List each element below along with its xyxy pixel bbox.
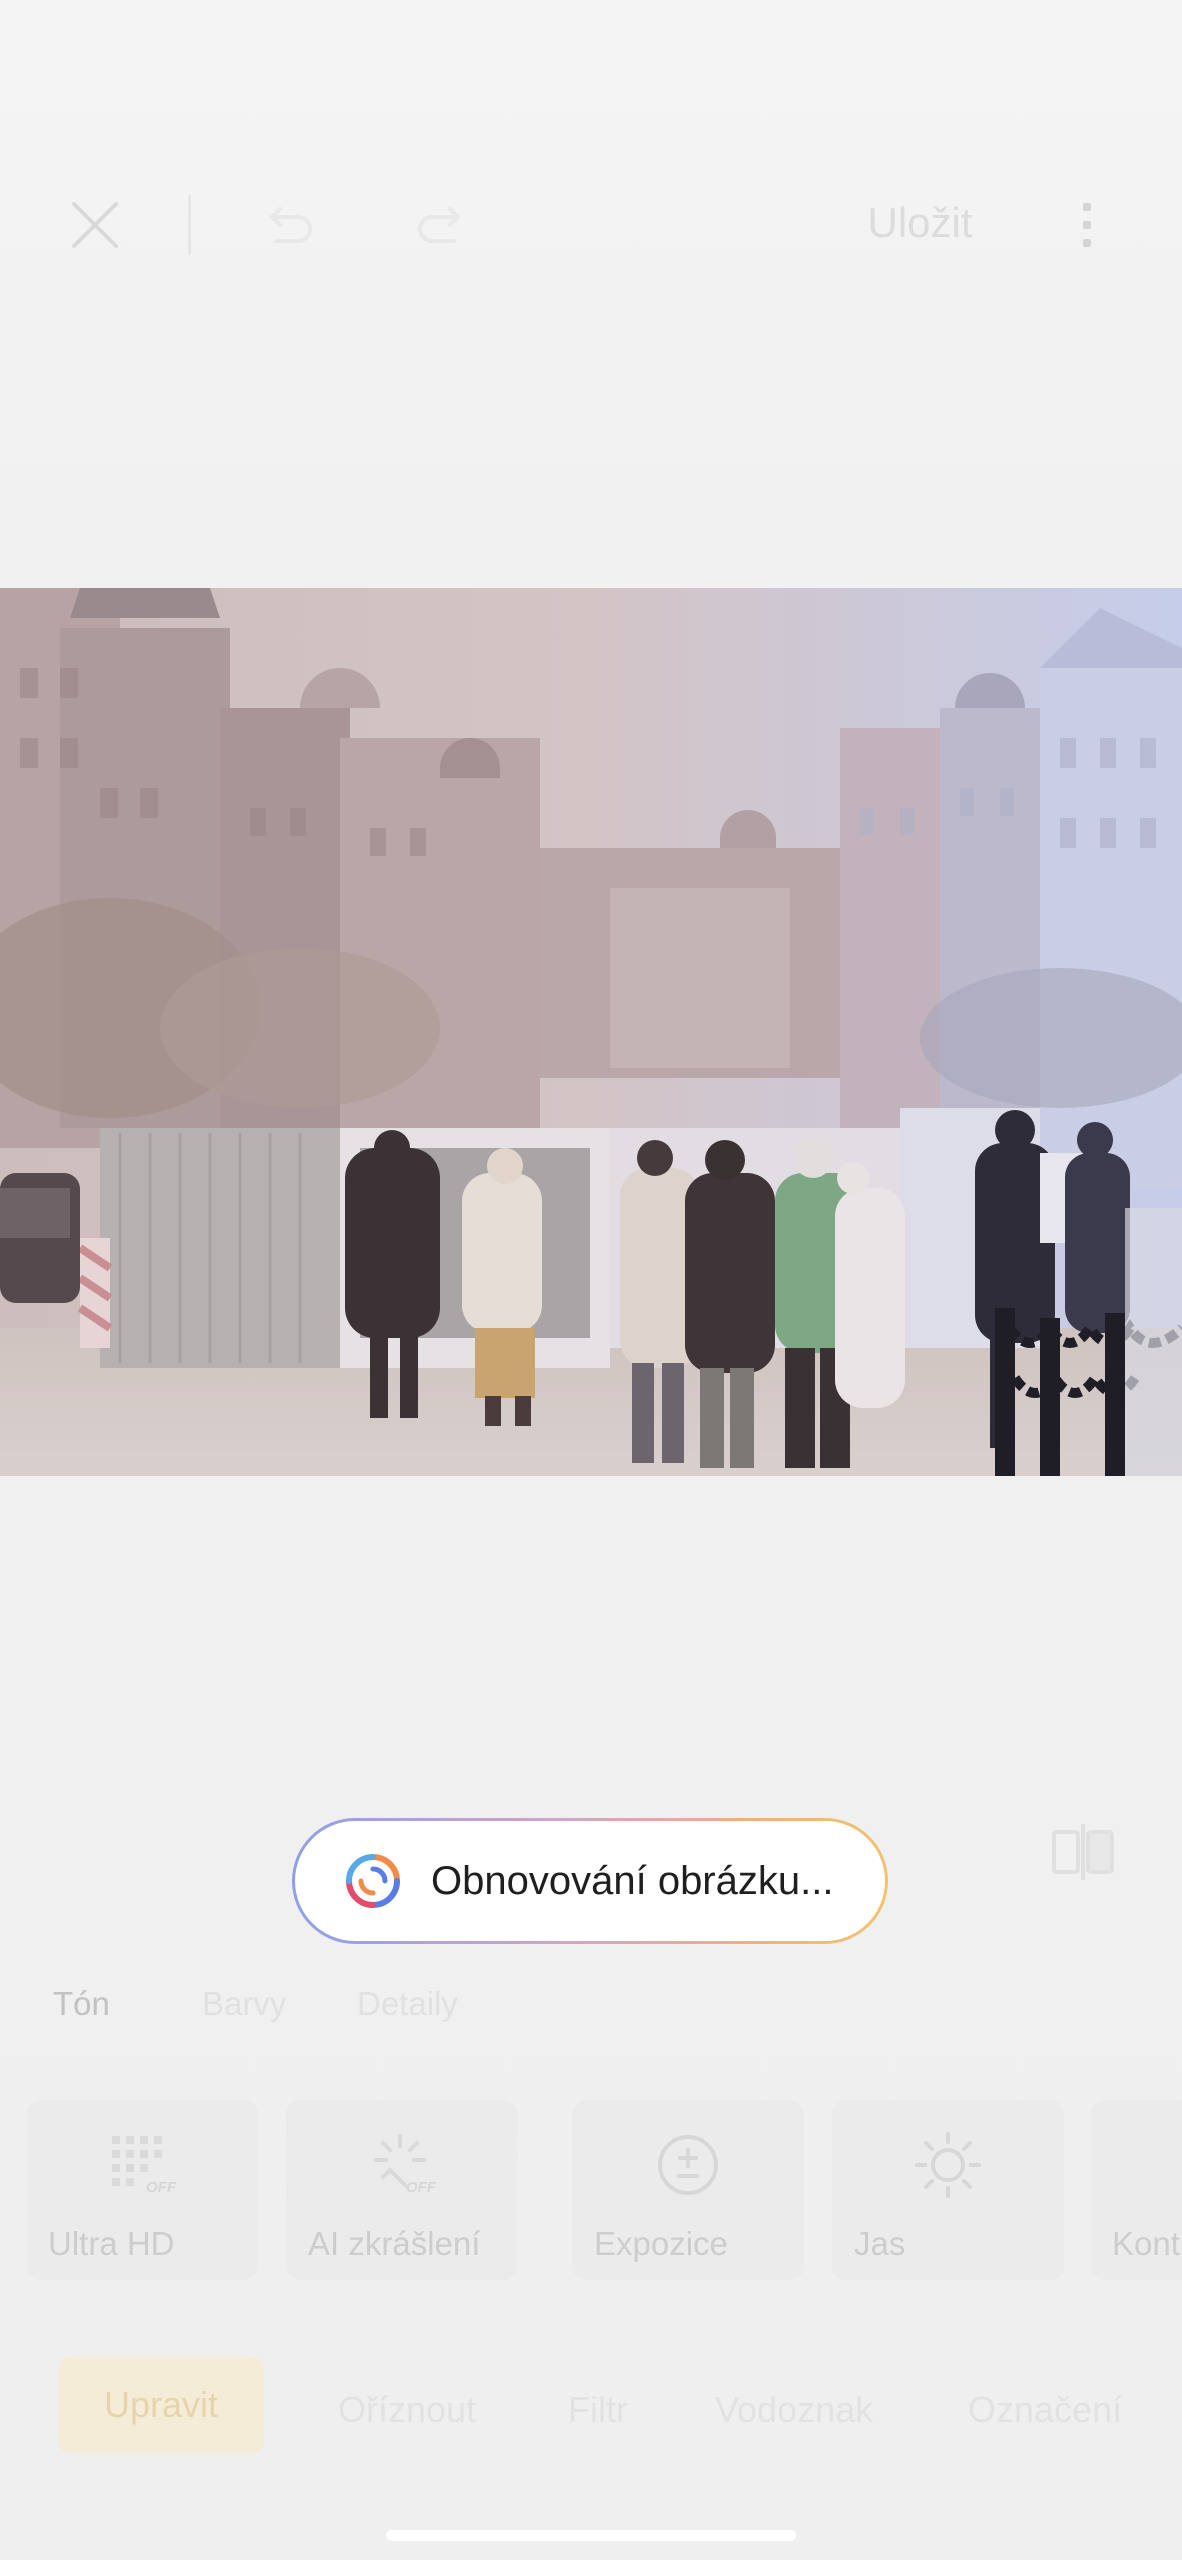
tool-exposure[interactable]: Expozice (572, 2100, 804, 2280)
save-button[interactable]: Uložit (840, 198, 1000, 248)
restoring-status-text: Obnovování obrázku... (431, 1858, 834, 1903)
tool-label: Expozice (594, 2225, 728, 2262)
tool-label: Kontrast (1112, 2225, 1182, 2262)
edited-photo[interactable] (0, 588, 1182, 1476)
restoring-status-pill: Obnovování obrázku... (292, 1818, 888, 1944)
mode-oriznout[interactable]: Oříznout (338, 2390, 476, 2430)
mode-upravit[interactable]: Upravit (58, 2357, 264, 2453)
photo-editor-screen: Uložit Obnovování obrázku... Tón Barvy D… (0, 0, 1182, 2560)
tool-label: AI zkrášlení (308, 2225, 481, 2262)
ai-restore-icon (346, 1854, 400, 1908)
tab-ton[interactable]: Tón (53, 1985, 110, 2023)
brightness-icon (832, 2130, 1064, 2200)
tab-barvy[interactable]: Barvy (202, 1985, 286, 2023)
mode-vodoznak[interactable]: Vodoznak (715, 2390, 873, 2430)
restoring-status-content: Obnovování obrázku... (295, 1821, 885, 1941)
exposure-icon (572, 2130, 804, 2200)
tool-ai-beautify[interactable]: OFF AI zkrášlení (286, 2100, 518, 2280)
tool-brightness[interactable]: Jas (832, 2100, 1064, 2280)
ultra-hd-off-icon: OFF (26, 2130, 258, 2200)
mode-filtr[interactable]: Filtr (568, 2390, 628, 2430)
undo-icon[interactable] (255, 190, 325, 260)
compare-icon[interactable] (1048, 1822, 1118, 1882)
contrast-icon (1090, 2130, 1182, 2200)
tool-ultra-hd[interactable]: OFF Ultra HD (26, 2100, 258, 2280)
tool-label: Ultra HD (48, 2225, 175, 2262)
mode-oznaceni[interactable]: Označení (968, 2390, 1122, 2430)
redo-icon[interactable] (405, 190, 475, 260)
svg-text:OFF: OFF (146, 2179, 177, 2196)
toolbar-divider (188, 195, 191, 255)
tool-tiles: OFF Ultra HD OFF AI zkrášlení Expozice J… (0, 2100, 1182, 2285)
home-indicator[interactable] (386, 2530, 796, 2541)
tool-label: Jas (854, 2225, 906, 2262)
close-icon[interactable] (60, 190, 130, 260)
top-toolbar: Uložit (0, 150, 1182, 300)
tab-detaily[interactable]: Detaily (357, 1985, 458, 2023)
more-icon[interactable] (1052, 190, 1122, 260)
tool-contrast[interactable]: Kontrast (1090, 2100, 1182, 2280)
svg-text:OFF: OFF (406, 2179, 437, 2196)
ai-beautify-off-icon: OFF (286, 2130, 518, 2200)
